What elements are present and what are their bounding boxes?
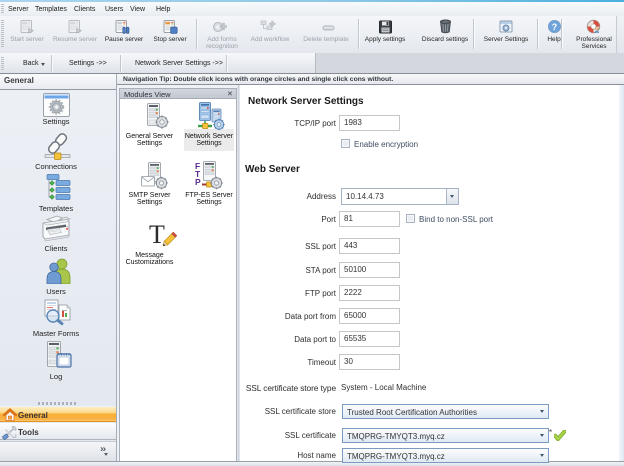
svg-text:T: T xyxy=(149,220,165,249)
svg-text:P: P xyxy=(195,177,201,187)
svg-text:?: ? xyxy=(552,22,558,32)
